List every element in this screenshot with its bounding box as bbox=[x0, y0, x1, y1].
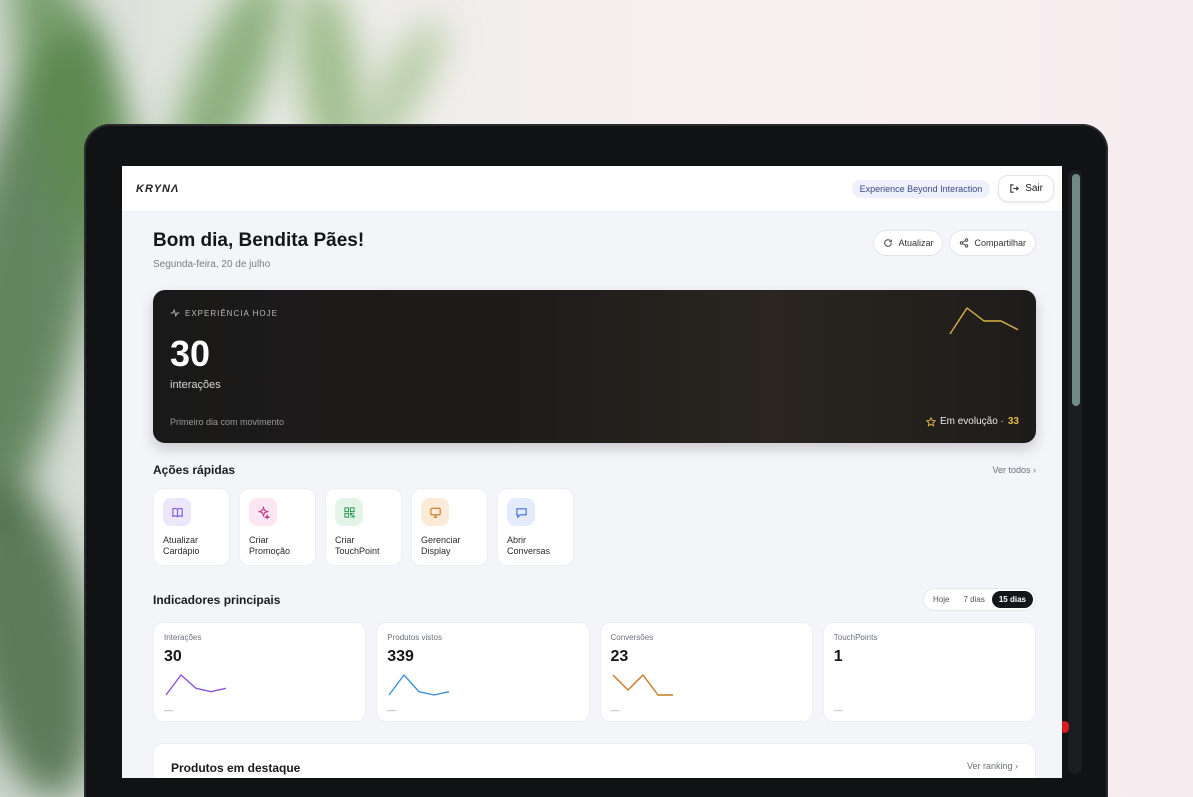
pulse-icon bbox=[170, 308, 180, 318]
refresh-icon bbox=[884, 239, 893, 247]
share-button[interactable]: Compartilhar bbox=[949, 230, 1036, 256]
action-icon-wrap bbox=[507, 498, 535, 526]
action-label: Atualizar Cardápio bbox=[163, 535, 200, 557]
scrollbar-thumb[interactable] bbox=[1072, 174, 1080, 406]
kpi-list: Interações 30 — Produtos vistos 339 — Co… bbox=[153, 622, 1036, 722]
kpi-trend: — bbox=[164, 705, 173, 715]
kpi-label: Produtos vistos bbox=[387, 633, 442, 642]
share-icon bbox=[960, 238, 969, 248]
action-label: Criar Promoção bbox=[249, 535, 291, 557]
indicators-title: Indicadores principais bbox=[153, 592, 281, 607]
kpi-label: Conversões bbox=[610, 633, 654, 642]
kpi-value: 30 bbox=[164, 648, 182, 665]
star-icon bbox=[925, 416, 936, 427]
see-all-link[interactable]: Ver todos › bbox=[992, 465, 1036, 475]
current-date: Segunda-feira, 20 de julho bbox=[153, 259, 271, 270]
app-logo[interactable]: KRYNΛ bbox=[136, 183, 179, 195]
action-create-touchpoint[interactable]: Criar TouchPoint bbox=[325, 488, 402, 566]
evolution-text: Em evolução · bbox=[939, 416, 1004, 427]
range-7-days[interactable]: 7 dias bbox=[957, 591, 992, 608]
refresh-label: Atualizar bbox=[898, 238, 934, 248]
sparkline-path bbox=[612, 674, 673, 696]
refresh-button[interactable]: Atualizar bbox=[873, 230, 944, 256]
dashboard-screen: KRYNΛ Experience Beyond Interaction Sair… bbox=[122, 166, 1062, 778]
kpi-sparkline bbox=[388, 674, 450, 696]
chat-icon bbox=[515, 507, 527, 518]
qr-icon bbox=[343, 506, 355, 518]
kpi-interactions[interactable]: Interações 30 — bbox=[153, 622, 367, 722]
action-icon-wrap bbox=[163, 498, 191, 526]
top-bar: KRYNΛ Experience Beyond Interaction Sair bbox=[122, 166, 1062, 212]
kpi-products-viewed[interactable]: Produtos vistos 339 — bbox=[376, 622, 590, 722]
sparkline-path bbox=[388, 674, 450, 696]
kpi-trend: — bbox=[610, 705, 620, 715]
action-label: Abrir Conversas bbox=[507, 535, 551, 557]
hero-unit: interações bbox=[170, 379, 221, 391]
action-create-promotion[interactable]: Criar Promoção bbox=[239, 488, 316, 566]
kpi-label: TouchPoints bbox=[833, 633, 878, 642]
kpi-sparkline bbox=[834, 673, 898, 697]
action-icon-wrap bbox=[249, 498, 277, 526]
tagline-badge: Experience Beyond Interaction bbox=[851, 179, 991, 198]
sparkline-path bbox=[949, 307, 1019, 335]
hero-sparkline bbox=[949, 307, 1019, 335]
kpi-value: 23 bbox=[610, 648, 629, 665]
book-icon bbox=[171, 507, 183, 517]
kpi-trend: — bbox=[833, 705, 843, 715]
quick-actions-list: Atualizar Cardápio Criar Promoção Criar Tou… bbox=[153, 488, 1036, 566]
share-label: Compartilhar bbox=[974, 238, 1026, 248]
see-ranking-link[interactable]: Ver ranking › bbox=[967, 761, 1018, 778]
kpi-conversions[interactable]: Conversões 23 — bbox=[599, 622, 813, 722]
evolution-value: 33 bbox=[1007, 416, 1019, 427]
action-update-menu[interactable]: Atualizar Cardápio bbox=[153, 488, 230, 566]
range-selector: Hoje 7 dias 15 dias bbox=[923, 588, 1036, 611]
kpi-label: Interações bbox=[164, 633, 202, 642]
evolution-badge: Em evolução · 33 bbox=[925, 416, 1019, 427]
action-open-conversations[interactable]: Abrir Conversas bbox=[497, 488, 574, 566]
kpi-value: 339 bbox=[387, 648, 414, 665]
kpi-touchpoints[interactable]: TouchPoints 1 — bbox=[822, 622, 1036, 722]
action-label: Criar TouchPoint bbox=[335, 535, 380, 557]
kpi-value: 1 bbox=[833, 648, 843, 665]
featured-title: Produtos em destaque bbox=[171, 761, 301, 775]
kpi-sparkline bbox=[612, 674, 673, 696]
kpi-sparkline bbox=[165, 674, 227, 696]
kpi-trend: — bbox=[387, 705, 397, 715]
logout-icon bbox=[1010, 184, 1020, 193]
action-label: Gerenciar Display bbox=[421, 535, 461, 557]
hero-footnote: Primeiro dia com movimento bbox=[170, 417, 285, 427]
sparkle-icon bbox=[257, 505, 270, 519]
action-icon-wrap bbox=[335, 498, 363, 526]
action-manage-display[interactable]: Gerenciar Display bbox=[411, 488, 488, 566]
range-15-days[interactable]: 15 dias bbox=[991, 591, 1033, 608]
sparkline-path bbox=[165, 674, 227, 696]
quick-actions-title: Ações rápidas bbox=[153, 463, 236, 477]
hero-label: EXPERIÊNCIA HOJE bbox=[170, 308, 1019, 318]
experience-today-card: EXPERIÊNCIA HOJE 30 interações Primeiro … bbox=[153, 290, 1036, 443]
logout-button[interactable]: Sair bbox=[998, 175, 1054, 202]
monitor-icon bbox=[429, 507, 441, 518]
hero-label-text: EXPERIÊNCIA HOJE bbox=[185, 308, 278, 318]
range-today[interactable]: Hoje bbox=[926, 591, 956, 608]
page-title: Bom dia, Bendita Pães! bbox=[153, 230, 365, 251]
logout-label: Sair bbox=[1025, 183, 1043, 194]
featured-products-card: Produtos em destaque Ver ranking › bbox=[153, 743, 1036, 778]
hero-value: 30 bbox=[170, 333, 211, 374]
action-icon-wrap bbox=[421, 498, 449, 526]
